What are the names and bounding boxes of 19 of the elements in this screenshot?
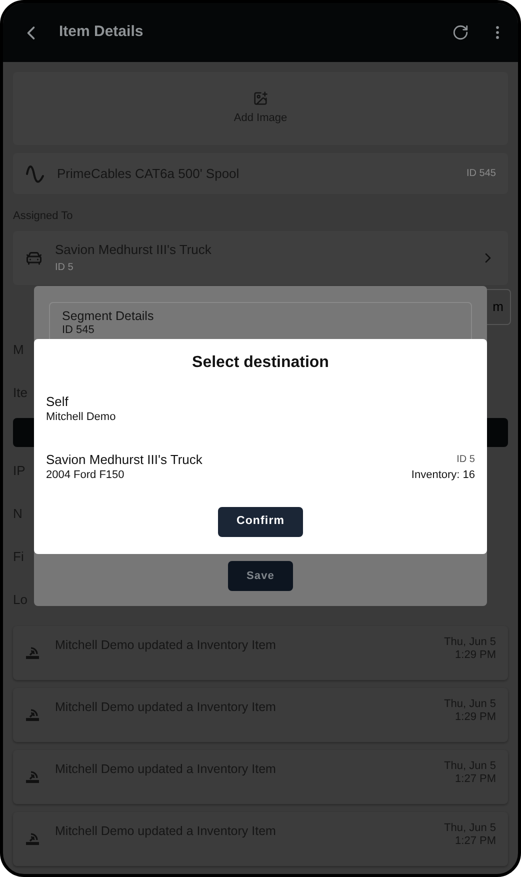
destination-option[interactable]: Savion Medhurst III's Truck 2004 Ford F150 ID 5 Inventory: 16 [46, 451, 475, 491]
confirm-button[interactable]: Confirm [218, 507, 303, 537]
segment-title: Segment Details [62, 309, 155, 324]
option-name: Savion Medhurst III's Truck [46, 451, 202, 468]
assigned-id: ID 5 [55, 260, 74, 275]
option-id: ID 5 [456, 453, 475, 467]
save-button[interactable]: Save [228, 561, 293, 591]
refresh-icon[interactable] [452, 24, 469, 41]
wave-icon [25, 164, 45, 184]
image-add-icon [253, 90, 268, 106]
item-id: ID 545 [466, 167, 496, 181]
option-subtitle: Mitchell Demo [46, 410, 116, 425]
dialog-title: Select destination [192, 353, 329, 373]
destination-option[interactable]: Self Mitchell Demo [46, 393, 475, 433]
option-inventory: Inventory: 16 [411, 468, 475, 483]
option-name: Self [46, 393, 70, 410]
option-subtitle: 2004 Ford F150 [46, 468, 126, 483]
segment-id: ID 545 [62, 324, 96, 337]
header-title: Item Details [59, 22, 144, 42]
